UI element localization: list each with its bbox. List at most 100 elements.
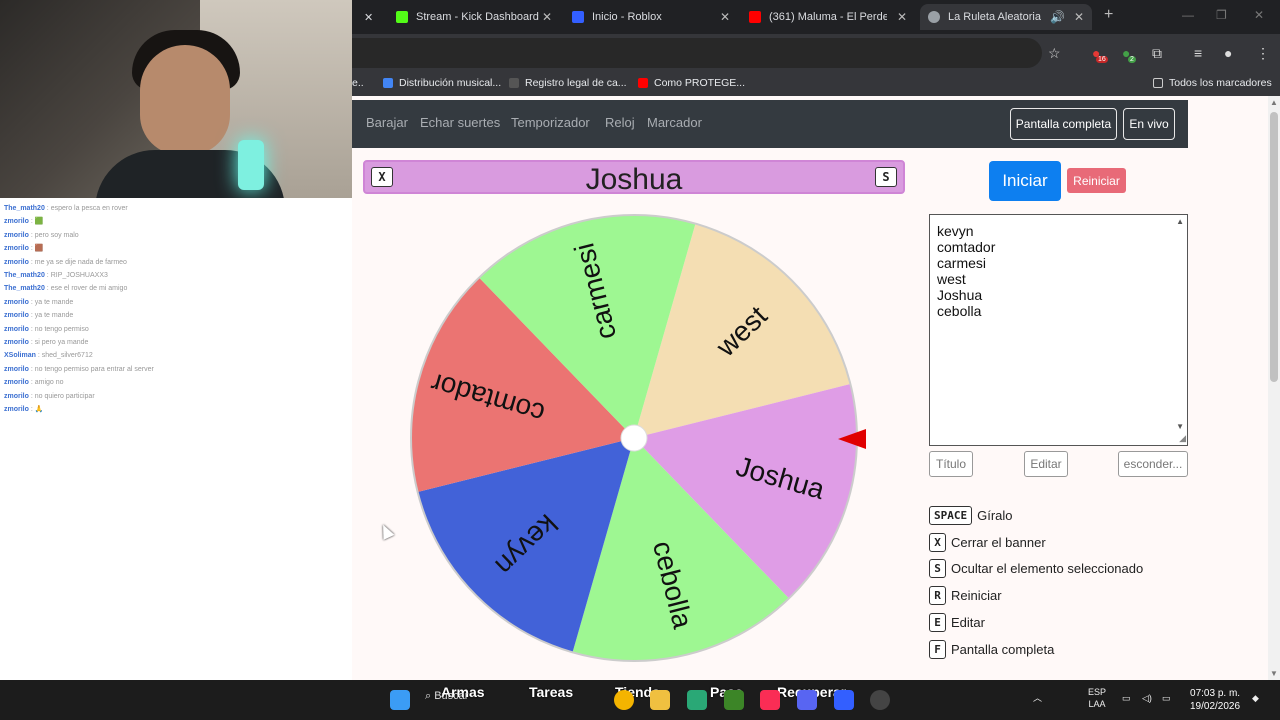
winner-banner: X Joshua S (363, 160, 905, 196)
close-icon[interactable]: ✕ (542, 10, 552, 24)
chat-username[interactable]: The_math20 (4, 272, 45, 279)
hide-button[interactable]: esconder... (1118, 451, 1188, 477)
chat-username[interactable]: zmorilo (4, 218, 29, 225)
start-button[interactable]: Iniciar (989, 161, 1061, 201)
obs-icon[interactable] (870, 690, 890, 710)
nav-temporizador[interactable]: Temporizador (511, 115, 590, 130)
bookmark-registro[interactable]: Registro legal de ca... (509, 77, 627, 89)
scroll-up-icon[interactable]: ▲ (1270, 98, 1278, 107)
scroll-thumb[interactable] (1270, 112, 1278, 382)
live-button[interactable]: En vivo (1123, 108, 1175, 140)
nav-barajar[interactable]: Barajar (366, 115, 408, 130)
volume-icon[interactable]: ◁) (1142, 692, 1152, 704)
top-navbar: Barajar Echar suertes Temporizador Reloj… (352, 100, 1188, 148)
notification-icon[interactable]: ◆ (1252, 692, 1259, 704)
discord-icon[interactable] (797, 690, 817, 710)
music-icon[interactable] (760, 690, 780, 710)
scroll-down-icon[interactable]: ▼ (1176, 422, 1184, 431)
chat-username[interactable]: zmorilo (4, 366, 29, 373)
tab-kick[interactable]: Stream - Kick Dashboard ✕ (396, 4, 552, 30)
chat-message: zmorilo : no quiero participar (4, 392, 95, 400)
all-bookmarks[interactable]: Todos los marcadores (1153, 77, 1272, 89)
chat-text: espero la pesca en rover (50, 205, 128, 212)
tray-chevron-icon[interactable]: ︿ (1033, 692, 1042, 704)
edit-button[interactable]: Editar (1024, 451, 1068, 477)
chat-text: pero soy malo (34, 231, 79, 239)
new-tab-icon[interactable]: + (1104, 6, 1113, 24)
minimize-icon[interactable]: — (1182, 8, 1194, 22)
title-button[interactable]: Título (929, 451, 973, 477)
banner-hide-key[interactable]: S (875, 167, 897, 187)
tab-ruleta[interactable]: La Ruleta Aleatoria 🔊 ✕ (920, 4, 1092, 30)
kick-icon (396, 11, 408, 23)
file-explorer-icon[interactable] (650, 690, 670, 710)
fullscreen-button[interactable]: Pantalla completa (1010, 108, 1117, 140)
nav-reloj[interactable]: Reloj (605, 115, 635, 130)
network-icon[interactable]: ▭ (1122, 692, 1131, 704)
nav-marcador[interactable]: Marcador (647, 115, 702, 130)
chat-username[interactable]: zmorilo (4, 232, 29, 239)
chat-username[interactable]: XSoliman (4, 352, 36, 359)
chat-username[interactable]: zmorilo (4, 312, 29, 319)
shortcut-row: S Ocultar el elemento seleccionado (929, 559, 1144, 579)
taskbar-search[interactable]: ⌕ Buscar (425, 690, 468, 703)
window-close-icon[interactable]: ✕ (1254, 8, 1264, 22)
page-scrollbar[interactable]: ▲ ▼ (1268, 96, 1280, 680)
app-icon[interactable] (687, 690, 707, 710)
chat-username[interactable]: The_math20 (4, 205, 45, 212)
maximize-icon[interactable]: ❐ (1216, 8, 1227, 22)
chat-message: zmorilo : ya te mande (4, 312, 74, 320)
chrome-icon[interactable] (614, 690, 634, 710)
shortcut-key: X (929, 532, 946, 552)
chat-message: zmorilo : 🟩 (4, 218, 44, 226)
language-indicator[interactable]: ESP LAA (1088, 686, 1106, 710)
bookmark-youtube[interactable]: Como PROTEGE... (638, 77, 745, 89)
chat-username[interactable]: zmorilo (4, 393, 29, 400)
tab-youtube[interactable]: (361) Maluma - El Perdedor ✕ (749, 4, 907, 30)
media-icon[interactable]: ≡ (1194, 45, 1202, 61)
resize-grip-icon[interactable]: ◢ (1179, 433, 1186, 444)
scroll-up-icon[interactable]: ▲ (1176, 217, 1184, 226)
chat-username[interactable]: zmorilo (4, 406, 29, 413)
scroll-down-icon[interactable]: ▼ (1270, 669, 1278, 678)
chat-text: shed_silver6712 (41, 352, 93, 360)
chat-username[interactable]: The_math20 (4, 285, 45, 292)
reset-button[interactable]: Reiniciar (1067, 168, 1126, 193)
wheel-hub[interactable] (620, 424, 648, 452)
chat-message: zmorilo : no tengo permiso para entrar a… (4, 365, 154, 373)
shortcut-label: Editar (951, 614, 985, 630)
menu-icon[interactable]: ⋮ (1256, 45, 1270, 62)
nav-echar-suertes[interactable]: Echar suertes (420, 115, 500, 130)
chat-message: zmorilo : pero soy malo (4, 231, 79, 239)
omnibox[interactable] (352, 38, 1042, 68)
names-textarea[interactable]: kevyn comtador carmesi west Joshua cebolla ▲ ▼… (929, 214, 1188, 446)
tab-roblox[interactable]: Inicio - Roblox ✕ (572, 4, 730, 30)
clock[interactable]: 07:03 p. m. 19/02/2026 (1190, 687, 1240, 713)
bookmark-distribucion[interactable]: Distribución musical... (383, 77, 501, 89)
star-icon[interactable]: ☆ (1048, 45, 1061, 62)
chat-username[interactable]: zmorilo (4, 326, 29, 333)
windows-start-icon[interactable] (390, 690, 410, 710)
puzzle-icon[interactable]: ⧉ (1152, 45, 1162, 62)
close-icon[interactable]: ✕ (1074, 10, 1084, 24)
roblox-icon[interactable] (834, 690, 854, 710)
chat-username[interactable]: zmorilo (4, 339, 29, 346)
bookmarks-bar: e.. Distribución musical... Registro leg… (352, 72, 1280, 96)
close-icon[interactable]: ✕ (720, 10, 730, 24)
shortcut-label: Ocultar el elemento seleccionado (951, 561, 1144, 577)
audio-icon[interactable]: 🔊 (1050, 10, 1065, 24)
chat-username[interactable]: zmorilo (4, 245, 29, 252)
profile-avatar-icon[interactable]: ● (1224, 45, 1232, 61)
shortcut-label: Cerrar el banner (951, 534, 1046, 550)
spin-wheel[interactable]: westJoshuacebollakevyncomtadorcarmesi (404, 208, 864, 668)
chat-text: 🟩 (34, 218, 44, 226)
name-entry: west (937, 271, 966, 287)
chat-username[interactable]: zmorilo (4, 299, 29, 306)
shortcut-key: E (929, 612, 946, 632)
chat-username[interactable]: zmorilo (4, 379, 29, 386)
tab-close-icon[interactable]: ✕ (364, 4, 373, 30)
chat-username[interactable]: zmorilo (4, 259, 29, 266)
battery-icon[interactable]: ▭ (1162, 692, 1171, 704)
minecraft-icon[interactable] (724, 690, 744, 710)
close-icon[interactable]: ✕ (897, 10, 907, 24)
